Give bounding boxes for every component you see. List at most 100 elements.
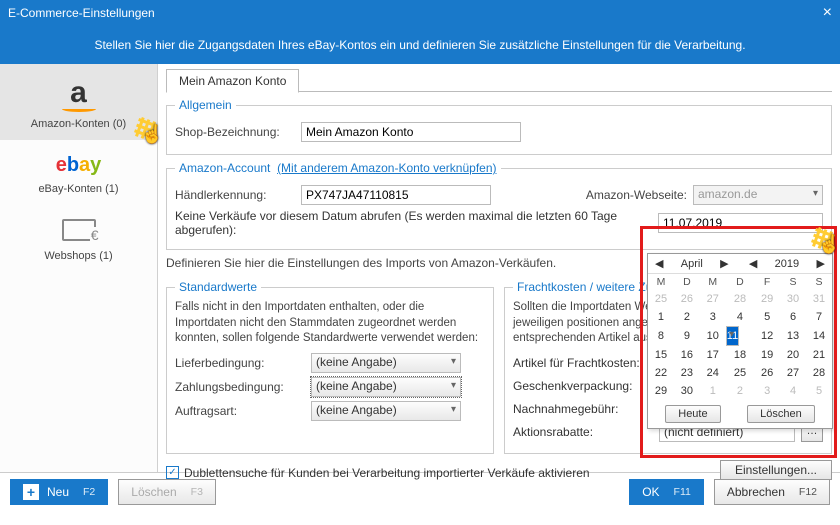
label-pay: Zahlungsbedingung:	[175, 380, 305, 394]
dp-year[interactable]: 2019	[775, 258, 799, 270]
ship-select[interactable]: (keine Angabe)	[311, 353, 461, 373]
calendar-day[interactable]: 10	[700, 326, 726, 346]
next-year-icon[interactable]: ▶	[813, 257, 827, 270]
calendar-day[interactable]: 30	[674, 382, 700, 400]
label-ship: Lieferbedingung:	[175, 356, 305, 370]
calendar-day[interactable]: 26	[754, 364, 780, 382]
calendar-day[interactable]: 29	[754, 290, 780, 308]
calendar-day[interactable]: 2	[674, 308, 700, 326]
legend-account: Amazon-Account (Mit anderem Amazon-Konto…	[175, 161, 501, 175]
settings-button[interactable]: Einstellungen...	[720, 460, 832, 480]
calendar-day[interactable]: 5	[754, 308, 780, 326]
label-cod: Nachnahmegebühr:	[513, 402, 653, 416]
order-select[interactable]: (keine Angabe)	[311, 401, 461, 421]
pay-select[interactable]: (keine Angabe)	[311, 377, 461, 397]
calendar-day[interactable]: 26	[674, 290, 700, 308]
calendar-day[interactable]: 17	[700, 346, 726, 364]
label-site: Amazon-Webseite:	[586, 188, 687, 202]
label-shop: Shop-Bezeichnung:	[175, 125, 295, 139]
relink-account-link[interactable]: (Mit anderem Amazon-Konto verknüpfen)	[277, 161, 496, 175]
dow-header: D	[726, 274, 754, 290]
calendar-day[interactable]: 9	[674, 326, 700, 346]
calendar-day[interactable]: 7	[806, 308, 832, 326]
calendar-day[interactable]: 25	[648, 290, 674, 308]
label-freight-art: Artikel für Frachtkosten:	[513, 356, 653, 370]
delete-button[interactable]: LöschenF3	[118, 479, 216, 505]
tab-account[interactable]: Mein Amazon Konto	[166, 69, 299, 93]
sidebar-item-label: Webshops (1)	[4, 250, 153, 262]
amazon-site-select[interactable]: amazon.de	[693, 185, 823, 205]
amazon-logo-icon: a	[4, 78, 153, 108]
calendar-day[interactable]: 3	[700, 308, 726, 326]
calendar-day[interactable]: 4	[780, 382, 806, 400]
calendar-day[interactable]: 24	[700, 364, 726, 382]
prev-month-icon[interactable]: ◀	[652, 257, 666, 270]
dp-month[interactable]: April	[681, 258, 703, 270]
ok-button[interactable]: OKF11	[629, 479, 704, 505]
calendar-day[interactable]: 27	[780, 364, 806, 382]
calendar-day[interactable]: 19	[754, 346, 780, 364]
clear-date-button[interactable]: Löschen	[747, 405, 815, 423]
calendar-day[interactable]: 31	[806, 290, 832, 308]
label-date-note: Keine Verkäufe vor diesem Datum abrufen …	[175, 209, 652, 237]
sidebar-item-amazon[interactable]: a Amazon-Konten (0) ☝	[0, 64, 157, 140]
new-button[interactable]: +NeuF2	[10, 479, 108, 505]
calendar-day[interactable]: 18	[726, 346, 754, 364]
calendar-day[interactable]: 3	[754, 382, 780, 400]
dow-header: D	[674, 274, 700, 290]
calendar-day[interactable]: 1	[700, 382, 726, 400]
label-order: Auftragsart:	[175, 404, 305, 418]
calendar-day[interactable]: 15	[648, 346, 674, 364]
calendar-day[interactable]: 23	[674, 364, 700, 382]
today-button[interactable]: Heute	[665, 405, 720, 423]
calendar-day[interactable]: 21	[806, 346, 832, 364]
sidebar-item-label: Amazon-Konten (0)	[4, 118, 153, 130]
calendar-day[interactable]: 2	[726, 382, 754, 400]
prev-year-icon[interactable]: ◀	[746, 257, 760, 270]
label-merchant: Händlerkennung:	[175, 188, 295, 202]
date-picker: ◀ April ▶ ◀ 2019 ▶ MDMDFSS 2526272829303…	[647, 253, 833, 429]
label-gift: Geschenkverpackung:	[513, 379, 653, 393]
fieldset-account: Amazon-Account (Mit anderem Amazon-Konto…	[166, 161, 832, 250]
calendar-day[interactable]: 29	[648, 382, 674, 400]
cutoff-date-input[interactable]	[658, 213, 823, 233]
calendar-day[interactable]: 30	[780, 290, 806, 308]
fieldset-defaults: Standardwerte Falls nicht in den Importd…	[166, 280, 494, 454]
calendar-day[interactable]: 11	[726, 326, 739, 346]
calendar-day[interactable]: 6	[780, 308, 806, 326]
calendar-day[interactable]: 16	[674, 346, 700, 364]
duplicate-check-label: Dublettensuche für Kunden bei Verarbeitu…	[184, 466, 590, 480]
calendar-day[interactable]: 20	[780, 346, 806, 364]
calendar-day[interactable]: 13	[780, 326, 806, 346]
duplicate-check[interactable]: ✓ Dublettensuche für Kunden bei Verarbei…	[166, 466, 590, 480]
label-promo: Aktionsrabatte:	[513, 425, 653, 439]
legend-defaults: Standardwerte	[175, 280, 261, 294]
calendar-day[interactable]: 14	[806, 326, 832, 346]
next-month-icon[interactable]: ▶	[717, 257, 731, 270]
cancel-button[interactable]: AbbrechenF12	[714, 479, 830, 505]
main-panel: Mein Amazon Konto Allgemein Shop-Bezeich…	[158, 64, 840, 472]
dow-header: S	[806, 274, 832, 290]
calendar-day[interactable]: 25	[726, 364, 754, 382]
checkbox-icon: ✓	[166, 466, 179, 479]
legend-general: Allgemein	[175, 98, 236, 112]
calendar-day[interactable]: 12	[754, 326, 780, 346]
sidebar-item-webshops[interactable]: Webshops (1)	[0, 205, 157, 272]
defaults-intro: Falls nicht in den Importdaten enthalten…	[175, 300, 485, 347]
calendar-day[interactable]: 28	[726, 290, 754, 308]
calendar-day[interactable]: 4	[726, 308, 754, 326]
info-banner: Stellen Sie hier die Zugangsdaten Ihres …	[0, 26, 840, 64]
ebay-logo-icon: ebay	[4, 154, 153, 177]
close-icon[interactable]: ×	[823, 4, 832, 22]
dow-header: M	[700, 274, 726, 290]
sidebar-item-ebay[interactable]: ebay eBay-Konten (1)	[0, 140, 157, 205]
calendar-day[interactable]: 27	[700, 290, 726, 308]
shop-name-input[interactable]	[301, 122, 521, 142]
merchant-id-input[interactable]	[301, 185, 491, 205]
calendar-day[interactable]: 8	[648, 326, 674, 346]
calendar-day[interactable]: 28	[806, 364, 832, 382]
calendar-day[interactable]: 1	[648, 308, 674, 326]
calendar-day[interactable]: 5	[806, 382, 832, 400]
calendar-day[interactable]: 22	[648, 364, 674, 382]
plus-icon: +	[23, 484, 39, 500]
